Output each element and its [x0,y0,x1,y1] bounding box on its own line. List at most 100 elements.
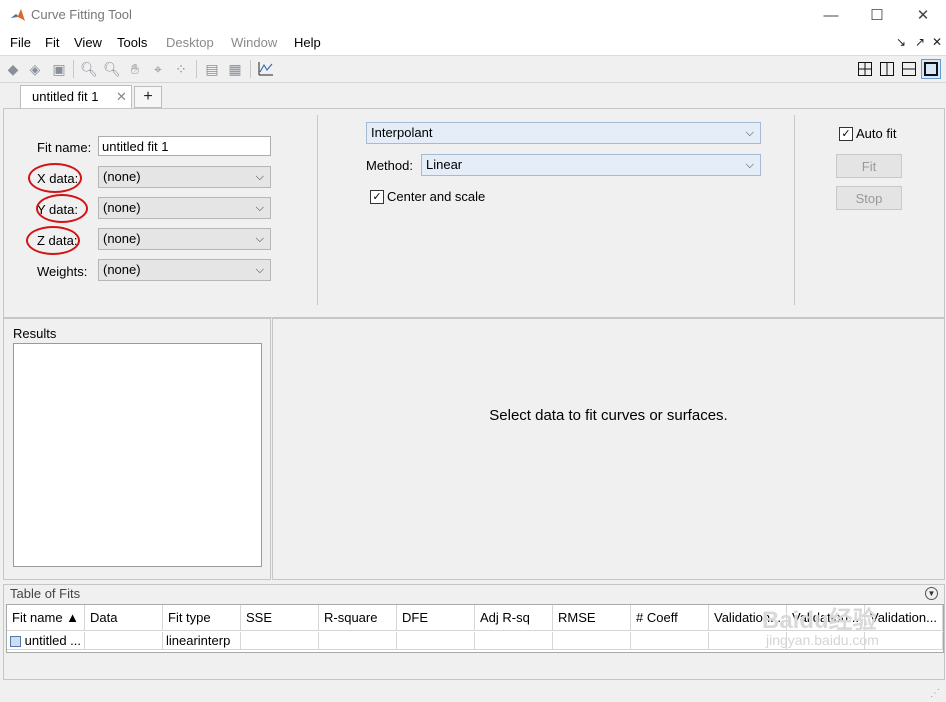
layout-columns-icon[interactable] [877,59,897,79]
matlab-logo-icon [11,9,25,21]
fit-button[interactable]: Fit [836,154,902,178]
cell-coeff[interactable] [631,632,709,650]
window-title: Curve Fitting Tool [31,7,132,22]
brush-icon[interactable]: ⁘ [171,59,191,79]
maximize-button[interactable]: ☐ [854,0,900,30]
x-data-select[interactable]: (none) ⌵ [98,166,271,188]
annotation-circle-y [36,194,88,223]
layout-single-icon[interactable] [921,59,941,79]
column-header-sse[interactable]: SSE [241,605,319,631]
close-figure-icon[interactable]: ✕ [932,35,942,49]
menu-file[interactable]: File [10,35,31,50]
panel-divider [317,115,318,305]
center-scale-checkbox[interactable]: ✓ [370,190,384,204]
tab-label: untitled fit 1 [32,89,99,104]
toolbar: ◆ ◈ ▣ 🔍︎ 🔍︎ ✋︎ ⌖ ⁘ ▤ ▦ [0,56,946,83]
fit-type-select[interactable]: Interpolant ⌵ [366,122,761,144]
panel-divider [794,115,795,305]
menu-window[interactable]: Window [231,35,277,50]
results-title: Results [13,326,57,341]
pan-icon[interactable]: ✋︎ [125,59,145,79]
plot-message: Select data to fit curves or surfaces. [489,407,728,424]
auto-fit-label: Auto fit [856,126,897,141]
method-label: Method: [366,158,413,173]
tab-untitled-fit-1[interactable]: untitled fit 1 ✕ [20,85,132,108]
column-header-coeff[interactable]: # Coeff [631,605,709,631]
method-value: Linear [426,157,463,172]
resize-grip-icon[interactable]: ⋰ [930,688,940,699]
table-row[interactable]: untitled ... [7,632,85,650]
weights-select[interactable]: (none) ⌵ [98,259,271,281]
clear-exclusions-icon[interactable]: ▣ [49,59,69,79]
undock-arrow-icon[interactable]: ↘ [896,35,906,49]
layout-rows-icon[interactable] [899,59,919,79]
fit-name-label: Fit name: [37,140,92,155]
data-tip-icon[interactable]: ⌖ [148,59,168,79]
menu-view[interactable]: View [74,35,102,50]
y-data-value: (none) [103,200,141,215]
watermark-brand: Baidu经验 [762,607,877,634]
cell-fit-type[interactable]: linearinterp [163,632,241,650]
column-header-dfe[interactable]: DFE [397,605,475,631]
z-data-value: (none) [103,231,141,246]
menu-desktop[interactable]: Desktop [166,35,214,50]
cell-data[interactable] [85,632,163,650]
add-fit-tab-button[interactable]: + [134,86,162,108]
z-data-select[interactable]: (none) ⌵ [98,228,271,250]
column-header-fit-type[interactable]: Fit type [163,605,241,631]
auto-fit-checkbox[interactable]: ✓ [839,127,853,141]
legend-icon[interactable]: ▤ [202,59,222,79]
center-scale-label: Center and scale [387,189,486,204]
menu-tools[interactable]: Tools [117,35,147,50]
residuals-plot-icon[interactable] [256,59,276,79]
chevron-down-icon: ⌵ [255,171,264,183]
table-of-fits-title: Table of Fits [10,586,81,601]
chevron-down-icon: ⌵ [255,264,264,276]
fit-type-value: Interpolant [371,125,433,140]
cell-dfe[interactable] [397,632,475,650]
fit-status-icon [10,636,21,648]
exclude-outliers-icon[interactable]: ◆ [3,59,23,79]
results-panel: Results [3,318,271,580]
data-cursor-icon[interactable]: ◈ [25,59,45,79]
cell-rmse[interactable] [553,632,631,650]
chevron-down-icon: ⌵ [255,233,264,245]
title-bar: Curve Fitting Tool — ☐ ✕ [0,0,946,30]
toolbar-separator [73,60,74,78]
chevron-down-icon: ⌵ [255,202,264,214]
chevron-down-icon: ⌵ [745,127,754,139]
column-header-data[interactable]: Data [85,605,163,631]
zoom-in-icon[interactable]: 🔍︎ [79,59,99,79]
tab-close-icon[interactable]: ✕ [116,89,127,105]
x-data-value: (none) [103,169,141,184]
cell-sse[interactable] [241,632,319,650]
chevron-down-icon: ⌵ [745,159,754,171]
column-header-rmse[interactable]: RMSE [553,605,631,631]
column-header-r-square[interactable]: R-square [319,605,397,631]
cell-fit-name: untitled ... [24,633,81,648]
grid-icon[interactable]: ▦ [225,59,245,79]
menu-help[interactable]: Help [294,35,321,50]
method-select[interactable]: Linear ⌵ [421,154,761,176]
column-header-adj-r-sq[interactable]: Adj R-sq [475,605,553,631]
cell-adj-r-sq[interactable] [475,632,553,650]
plot-area: Select data to fit curves or surfaces. [272,318,945,580]
y-data-select[interactable]: (none) ⌵ [98,197,271,219]
zoom-out-icon[interactable]: 🔍︎ [102,59,122,79]
collapse-table-icon[interactable]: ▼ [925,587,938,600]
fit-name-input[interactable]: untitled fit 1 [98,136,271,156]
toolbar-separator [196,60,197,78]
dock-arrow-icon[interactable]: ↗ [915,35,925,49]
menu-bar: File Fit View Tools Desktop Window Help … [0,30,946,56]
stop-button[interactable]: Stop [836,186,902,210]
annotation-circle-z [26,226,80,255]
cell-r-square[interactable] [319,632,397,650]
weights-value: (none) [103,262,141,277]
layout-2x2-icon[interactable] [855,59,875,79]
annotation-circle-x [28,163,82,193]
results-text-area[interactable] [13,343,262,567]
menu-fit[interactable]: Fit [45,35,59,50]
column-header-fit-name[interactable]: Fit name ▲ [7,605,85,631]
minimize-button[interactable]: — [808,0,854,30]
close-button[interactable]: ✕ [900,0,946,30]
